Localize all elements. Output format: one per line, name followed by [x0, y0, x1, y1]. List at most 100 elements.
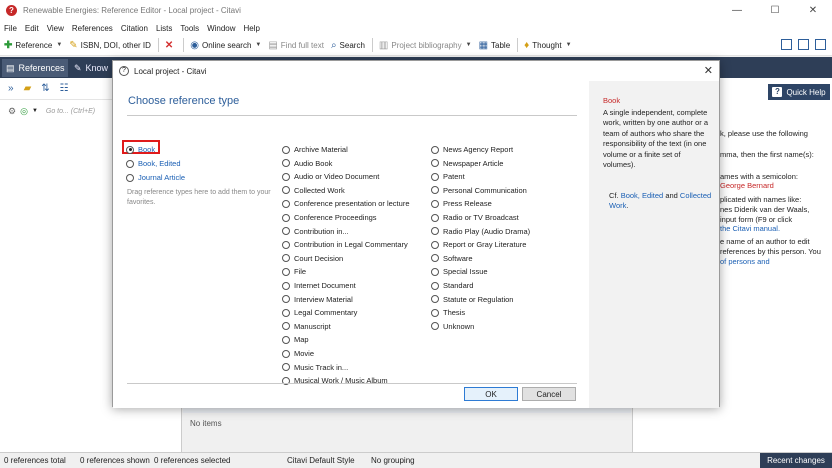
option-col3-7[interactable]: Report or Gray Literature — [431, 240, 526, 249]
option-col2-7[interactable]: Contribution in Legal Commentary — [282, 240, 408, 249]
option-col3-11[interactable]: Statute or Regulation — [431, 295, 513, 304]
layout-left-icon[interactable] — [781, 39, 792, 50]
no-items-text: No items — [190, 419, 222, 428]
ok-button[interactable]: OK — [464, 387, 518, 401]
option-col2-12[interactable]: Legal Commentary — [282, 308, 357, 317]
option-col2-5[interactable]: Conference Proceedings — [282, 213, 377, 222]
thought-button[interactable]: ♦ Thought ▼ — [524, 40, 571, 51]
delete-button[interactable]: ✕ — [165, 40, 176, 51]
option-col3-9[interactable]: Special Issue — [431, 267, 488, 276]
isbn-label: ISBN, DOI, other ID — [80, 40, 151, 50]
menu-view[interactable]: View — [47, 24, 64, 33]
option-book[interactable]: Book — [126, 145, 155, 154]
help-link-persons[interactable]: of persons and — [720, 257, 770, 266]
description-cf: Cf. Book, Edited and Collected Work. — [609, 191, 713, 212]
dialog-description-panel: Book A single independent, complete work… — [589, 81, 719, 408]
menu-edit[interactable]: Edit — [25, 24, 39, 33]
chevron-down-icon[interactable]: ▼ — [32, 108, 38, 114]
minimize-button[interactable]: — — [718, 0, 756, 21]
settings-icon[interactable]: ⚙ — [8, 106, 16, 117]
tab-references[interactable]: ▤ References — [2, 59, 68, 77]
status-grouping[interactable]: No grouping — [371, 456, 415, 465]
add-reference-label: Reference — [15, 40, 53, 50]
delete-x-icon: ✕ — [164, 39, 174, 51]
option-col2-10[interactable]: Internet Document — [282, 281, 356, 290]
option-label: Conference Proceedings — [294, 213, 377, 222]
isbn-button[interactable]: ✎ ISBN, DOI, other ID — [69, 40, 151, 51]
close-window-button[interactable]: ✕ — [794, 0, 832, 21]
cf-link-book-edited[interactable]: Book, Edited — [621, 191, 664, 200]
status-total: 0 references total — [4, 456, 66, 465]
toolbar-divider — [183, 38, 185, 52]
radio-icon — [282, 254, 290, 263]
option-label: Archive Material — [294, 145, 348, 154]
menu-tools[interactable]: Tools — [180, 24, 199, 33]
option-col3-13[interactable]: Unknown — [431, 322, 474, 331]
document-icon: ▤ — [268, 39, 278, 51]
tree-icon[interactable]: ☷ — [60, 83, 69, 94]
cancel-button[interactable]: Cancel — [522, 387, 576, 401]
radio-icon — [282, 281, 290, 290]
option-col2-1[interactable]: Audio Book — [282, 159, 332, 168]
maximize-button[interactable]: ☐ — [756, 0, 794, 21]
option-col2-4[interactable]: Conference presentation or lecture — [282, 199, 410, 208]
tab-knowledge[interactable]: ✎ Know — [74, 59, 108, 77]
radio-icon — [431, 199, 439, 208]
option-col3-6[interactable]: Radio Play (Audio Drama) — [431, 227, 530, 236]
online-search-button[interactable]: ◉ Online search ▼ — [190, 40, 261, 51]
dialog-close-icon[interactable]: ✕ — [704, 64, 713, 77]
status-citation-style[interactable]: Citavi Default Style — [287, 456, 355, 465]
option-col3-4[interactable]: Press Release — [431, 199, 492, 208]
radio-icon — [282, 322, 290, 331]
add-reference-button[interactable]: ✚ Reference ▼ — [4, 40, 62, 51]
option-col3-3[interactable]: Personal Communication — [431, 186, 527, 195]
menu-citation[interactable]: Citation — [121, 24, 148, 33]
project-bibliography-button[interactable]: ▥ Project bibliography ▼ — [379, 40, 472, 51]
menu-window[interactable]: Window — [207, 24, 235, 33]
option-col2-2[interactable]: Audio or Video Document — [282, 172, 379, 181]
menu-lists[interactable]: Lists — [156, 24, 172, 33]
option-col3-8[interactable]: Software — [431, 254, 473, 263]
option-journal-article[interactable]: Journal Article — [126, 173, 185, 182]
option-col2-16[interactable]: Music Track in... — [282, 363, 348, 372]
option-col2-3[interactable]: Collected Work — [282, 186, 345, 195]
option-col3-0[interactable]: News Agency Report — [431, 145, 513, 154]
tab-knowledge-label: Know — [85, 63, 109, 73]
help-text-line: input form (F9 or click — [720, 215, 793, 224]
menu-references[interactable]: References — [72, 24, 113, 33]
menu-help[interactable]: Help — [244, 24, 260, 33]
table-button[interactable]: ▦ Table — [479, 40, 511, 51]
sort-icon[interactable]: ⇅ — [41, 83, 49, 94]
expand-icon[interactable]: » — [8, 83, 14, 94]
layout-right-icon[interactable] — [815, 39, 826, 50]
option-label: Radio Play (Audio Drama) — [443, 226, 531, 236]
radio-icon — [431, 254, 439, 263]
folder-icon[interactable]: ▰ — [24, 83, 32, 94]
option-col2-15[interactable]: Movie — [282, 349, 314, 358]
option-book-edited[interactable]: Book, Edited — [126, 159, 181, 168]
option-col2-0[interactable]: Archive Material — [282, 145, 348, 154]
search-button[interactable]: ⌕ Search — [331, 40, 365, 51]
find-full-text-button[interactable]: ▤ Find full text — [268, 40, 324, 51]
option-col2-14[interactable]: Map — [282, 335, 309, 344]
option-col2-8[interactable]: Court Decision — [282, 254, 343, 263]
option-label: Standard — [443, 281, 474, 290]
layout-center-icon[interactable] — [798, 39, 809, 50]
menu-file[interactable]: File — [4, 24, 17, 33]
filter-icon[interactable]: ◎ — [20, 106, 28, 117]
option-col2-13[interactable]: Manuscript — [282, 322, 331, 331]
option-col3-1[interactable]: Newspaper Article — [431, 159, 503, 168]
option-col2-11[interactable]: Interview Material — [282, 295, 353, 304]
option-col3-2[interactable]: Patent — [431, 172, 465, 181]
option-col3-10[interactable]: Standard — [431, 281, 473, 290]
help-link-manual[interactable]: the Citavi manual. — [720, 224, 780, 233]
option-col3-12[interactable]: Thesis — [431, 308, 465, 317]
option-label: Newspaper Article — [443, 158, 504, 168]
option-col2-6[interactable]: Contribution in... — [282, 227, 349, 236]
recent-changes-button[interactable]: Recent changes — [760, 453, 832, 468]
chevron-down-icon: ▼ — [565, 42, 572, 48]
quick-help-button[interactable]: ? Quick Help — [768, 84, 830, 100]
option-col3-5[interactable]: Radio or TV Broadcast — [431, 213, 519, 222]
goto-input[interactable]: Go to... (Ctrl+E) — [46, 108, 95, 115]
option-col2-9[interactable]: File — [282, 267, 306, 276]
